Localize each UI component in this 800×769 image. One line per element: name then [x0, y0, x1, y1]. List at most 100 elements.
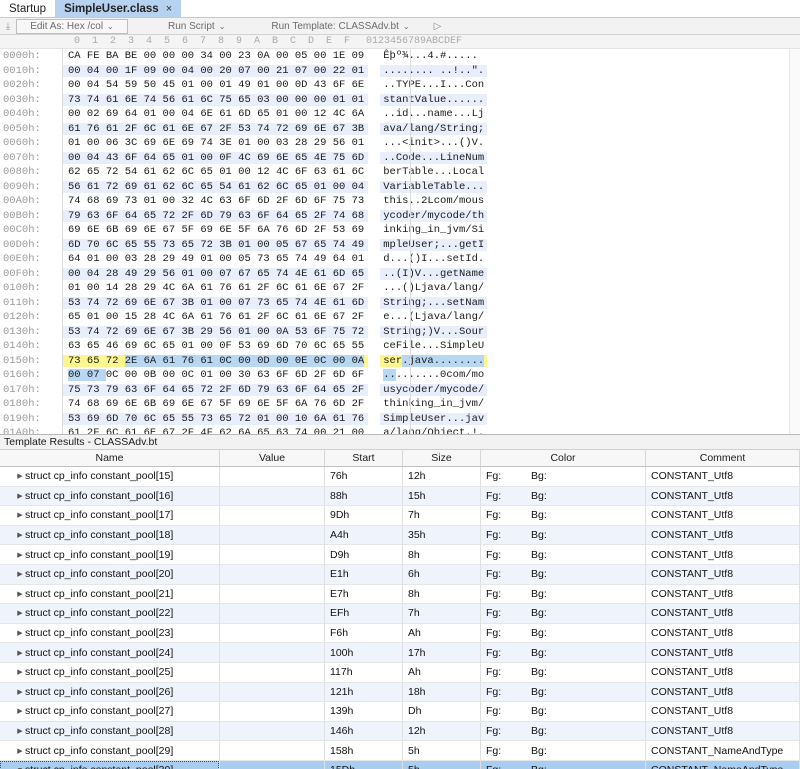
color-fg-label[interactable]: Fg: [481, 470, 531, 482]
color-fg-label[interactable]: Fg: [481, 686, 531, 698]
hex-bytes[interactable]: 73 65 72 2E 6A 61 76 61 0C 00 0D 00 0E 0… [62, 354, 369, 367]
hex-bytes[interactable]: 01 00 14 28 29 4C 6A 61 76 61 2F 6C 61 6… [62, 282, 368, 294]
cell-value[interactable] [220, 545, 325, 565]
cell-name[interactable]: ▶ struct cp_info constant_pool[27] [0, 702, 220, 722]
color-bg-label[interactable]: Bg: [531, 529, 591, 541]
hex-bytes[interactable]: 64 01 00 03 28 29 49 01 00 05 73 65 74 4… [62, 253, 368, 265]
hex-row[interactable]: 00D0h: 6D 70 6C 65 55 73 65 72 3B 01 00 0… [0, 238, 800, 253]
cell-value[interactable] [220, 760, 325, 769]
hex-scrollbar[interactable] [789, 49, 800, 434]
hex-bytes[interactable]: 00 07 0C 00 0B 00 0C 01 00 30 63 6F 6D 2… [62, 369, 368, 382]
column-header-comment[interactable]: Comment [646, 450, 800, 466]
table-row[interactable]: ▶ struct cp_info constant_pool[15] 76h 12h F… [0, 467, 800, 487]
hex-ascii[interactable]: ..id...name...Lj [380, 108, 487, 120]
hex-row[interactable]: 00E0h: 64 01 00 03 28 29 49 01 00 05 73 6… [0, 252, 800, 267]
cell-value[interactable] [220, 584, 325, 605]
hex-row[interactable]: 0120h: 65 01 00 15 28 4C 6A 61 76 61 2F 6… [0, 310, 800, 325]
column-header-name[interactable]: Name [0, 450, 220, 466]
cell-color[interactable]: Fg:Bg: [481, 760, 646, 769]
cell-color[interactable]: Fg:Bg: [481, 682, 646, 703]
color-bg-label[interactable]: Bg: [531, 627, 591, 639]
color-bg-label[interactable]: Bg: [531, 686, 591, 698]
cell-color[interactable]: Fg:Bg: [481, 643, 646, 663]
cell-name[interactable]: ▶ struct cp_info constant_pool[20] [0, 564, 220, 585]
cell-name[interactable]: ▶ struct cp_info constant_pool[29] [0, 741, 220, 761]
hex-row[interactable]: 0180h: 74 68 69 6E 6B 69 6E 67 5F 69 6E 5… [0, 397, 800, 412]
cell-color[interactable]: Fg:Bg: [481, 564, 646, 585]
cell-value[interactable] [220, 486, 325, 507]
hex-ascii[interactable]: ..Code...LineNum [380, 151, 488, 164]
close-icon[interactable]: × [166, 3, 172, 15]
run-script-dropdown[interactable]: Run Script ⌄ [158, 19, 235, 34]
tab-startup[interactable]: Startup [0, 0, 56, 17]
hex-row[interactable]: 01A0h: 61 2F 6C 61 6E 67 2F 4F 62 6A 65 6… [0, 426, 800, 434]
color-fg-label[interactable]: Fg: [481, 705, 531, 717]
cell-value[interactable] [220, 682, 325, 703]
cell-value[interactable] [220, 623, 325, 644]
cell-name[interactable]: ▶ struct cp_info constant_pool[24] [0, 643, 220, 663]
color-bg-label[interactable]: Bg: [531, 470, 591, 482]
hex-bytes[interactable]: 53 74 72 69 6E 67 3B 29 56 01 00 0A 53 6… [62, 325, 369, 338]
table-row[interactable]: ▶ struct cp_info constant_pool[28] 146h 12h… [0, 721, 800, 742]
cell-color[interactable]: Fg:Bg: [481, 741, 646, 761]
hex-row[interactable]: 00B0h: 79 63 6F 64 65 72 2F 6D 79 63 6F 6… [0, 209, 800, 224]
cell-color[interactable]: Fg:Bg: [481, 702, 646, 722]
table-row[interactable]: ▶ struct cp_info constant_pool[20] E1h 6h Fg… [0, 564, 800, 585]
color-bg-label[interactable]: Bg: [531, 607, 591, 619]
hex-ascii[interactable]: a/lang/Object.!. [380, 427, 487, 434]
color-fg-label[interactable]: Fg: [481, 725, 531, 737]
color-bg-label[interactable]: Bg: [531, 588, 591, 600]
hex-ascii[interactable]: d...()I...setId. [380, 253, 487, 265]
color-fg-label[interactable]: Fg: [481, 764, 531, 769]
chevron-right-icon[interactable]: ▶ [15, 511, 25, 519]
hex-row[interactable]: 00F0h: 00 04 28 49 29 56 01 00 07 67 65 7… [0, 267, 800, 282]
cell-color[interactable]: Fg:Bg: [481, 467, 646, 487]
hex-bytes[interactable]: 53 74 72 69 6E 67 3B 01 00 07 73 65 74 4… [62, 296, 369, 309]
chevron-right-icon[interactable]: ▶ [15, 492, 25, 500]
hex-bytes[interactable]: 61 76 61 2F 6C 61 6E 67 2F 53 74 72 69 6… [62, 122, 369, 135]
chevron-right-icon[interactable]: ▶ [15, 590, 25, 598]
cell-name[interactable]: ▶ struct cp_info constant_pool[15] [0, 467, 220, 487]
table-row[interactable]: ▶ struct cp_info constant_pool[17] 9Dh 7h Fg… [0, 506, 800, 526]
anchor-icon[interactable]: ⤓ [0, 21, 16, 32]
run-template-dropdown[interactable]: Run Template: CLASSAdv.bt ⌄ [261, 19, 419, 34]
table-row[interactable]: ▶ struct cp_info constant_pool[16] 88h 15h F… [0, 486, 800, 507]
table-row[interactable]: ▶ struct cp_info constant_pool[22] EFh 7h Fg… [0, 604, 800, 624]
cell-name[interactable]: ▶ struct cp_info constant_pool[22] [0, 604, 220, 624]
hex-bytes[interactable]: 74 68 69 6E 6B 69 6E 67 5F 69 6E 5F 6A 7… [62, 398, 368, 410]
hex-ascii[interactable]: mpleUser;...getI [380, 238, 488, 251]
cell-value[interactable] [220, 604, 325, 624]
hex-ascii[interactable]: ...()Ljava/lang/ [380, 282, 487, 294]
hex-row[interactable]: 0020h: 00 04 54 59 50 45 01 00 01 49 01 0… [0, 78, 800, 93]
color-fg-label[interactable]: Fg: [481, 666, 531, 678]
hex-row[interactable]: 0070h: 00 04 43 6F 64 65 01 00 0F 4C 69 6… [0, 151, 800, 166]
cell-name[interactable]: ▶ struct cp_info constant_pool[19] [0, 545, 220, 565]
color-bg-label[interactable]: Bg: [531, 745, 591, 757]
cell-value[interactable] [220, 702, 325, 722]
cell-color[interactable]: Fg:Bg: [481, 623, 646, 644]
table-row[interactable]: ▶ struct cp_info constant_pool[18] A4h 35h F… [0, 525, 800, 546]
cell-value[interactable] [220, 506, 325, 526]
hex-bytes[interactable]: 00 04 28 49 29 56 01 00 07 67 65 74 4E 6… [62, 267, 369, 280]
hex-bytes[interactable]: 01 00 06 3C 69 6E 69 74 3E 01 00 03 28 2… [62, 137, 368, 149]
hex-bytes[interactable]: 79 63 6F 64 65 72 2F 6D 79 63 6F 64 65 2… [62, 209, 369, 222]
hex-bytes[interactable]: 61 2F 6C 61 6E 67 2F 4F 62 6A 65 63 74 0… [62, 427, 368, 434]
hex-ascii[interactable]: berTable...Local [380, 166, 487, 178]
hex-row[interactable]: 0050h: 61 76 61 2F 6C 61 6E 67 2F 53 74 7… [0, 122, 800, 137]
hex-bytes[interactable]: 00 04 00 1F 09 00 04 00 20 07 00 21 07 0… [62, 64, 369, 77]
chevron-right-icon[interactable]: ▶ [15, 747, 25, 755]
hex-ascii[interactable]: SimpleUser...jav [380, 412, 488, 425]
color-fg-label[interactable]: Fg: [481, 627, 531, 639]
chevron-right-icon[interactable]: ▶ [15, 688, 25, 696]
hex-ascii[interactable]: ...<init>...()V. [380, 137, 487, 149]
cell-value[interactable] [220, 564, 325, 585]
hex-row[interactable]: 0150h: 73 65 72 2E 6A 61 76 61 0C 00 0D 0… [0, 354, 800, 369]
hex-row[interactable]: 00C0h: 69 6E 6B 69 6E 67 5F 69 6E 5F 6A 7… [0, 223, 800, 238]
hex-ascii[interactable]: usycoder/mycode/ [380, 383, 488, 396]
chevron-right-icon[interactable]: ▶ [15, 629, 25, 637]
hex-row[interactable]: 00A0h: 74 68 69 73 01 00 32 4C 63 6F 6D 2… [0, 194, 800, 209]
hex-bytes[interactable]: 73 74 61 6E 74 56 61 6C 75 65 03 00 00 0… [62, 93, 369, 106]
hex-row[interactable]: 0190h: 53 69 6D 70 6C 65 55 73 65 72 01 0… [0, 412, 800, 427]
cell-color[interactable]: Fg:Bg: [481, 525, 646, 546]
column-header-size[interactable]: Size [403, 450, 481, 466]
